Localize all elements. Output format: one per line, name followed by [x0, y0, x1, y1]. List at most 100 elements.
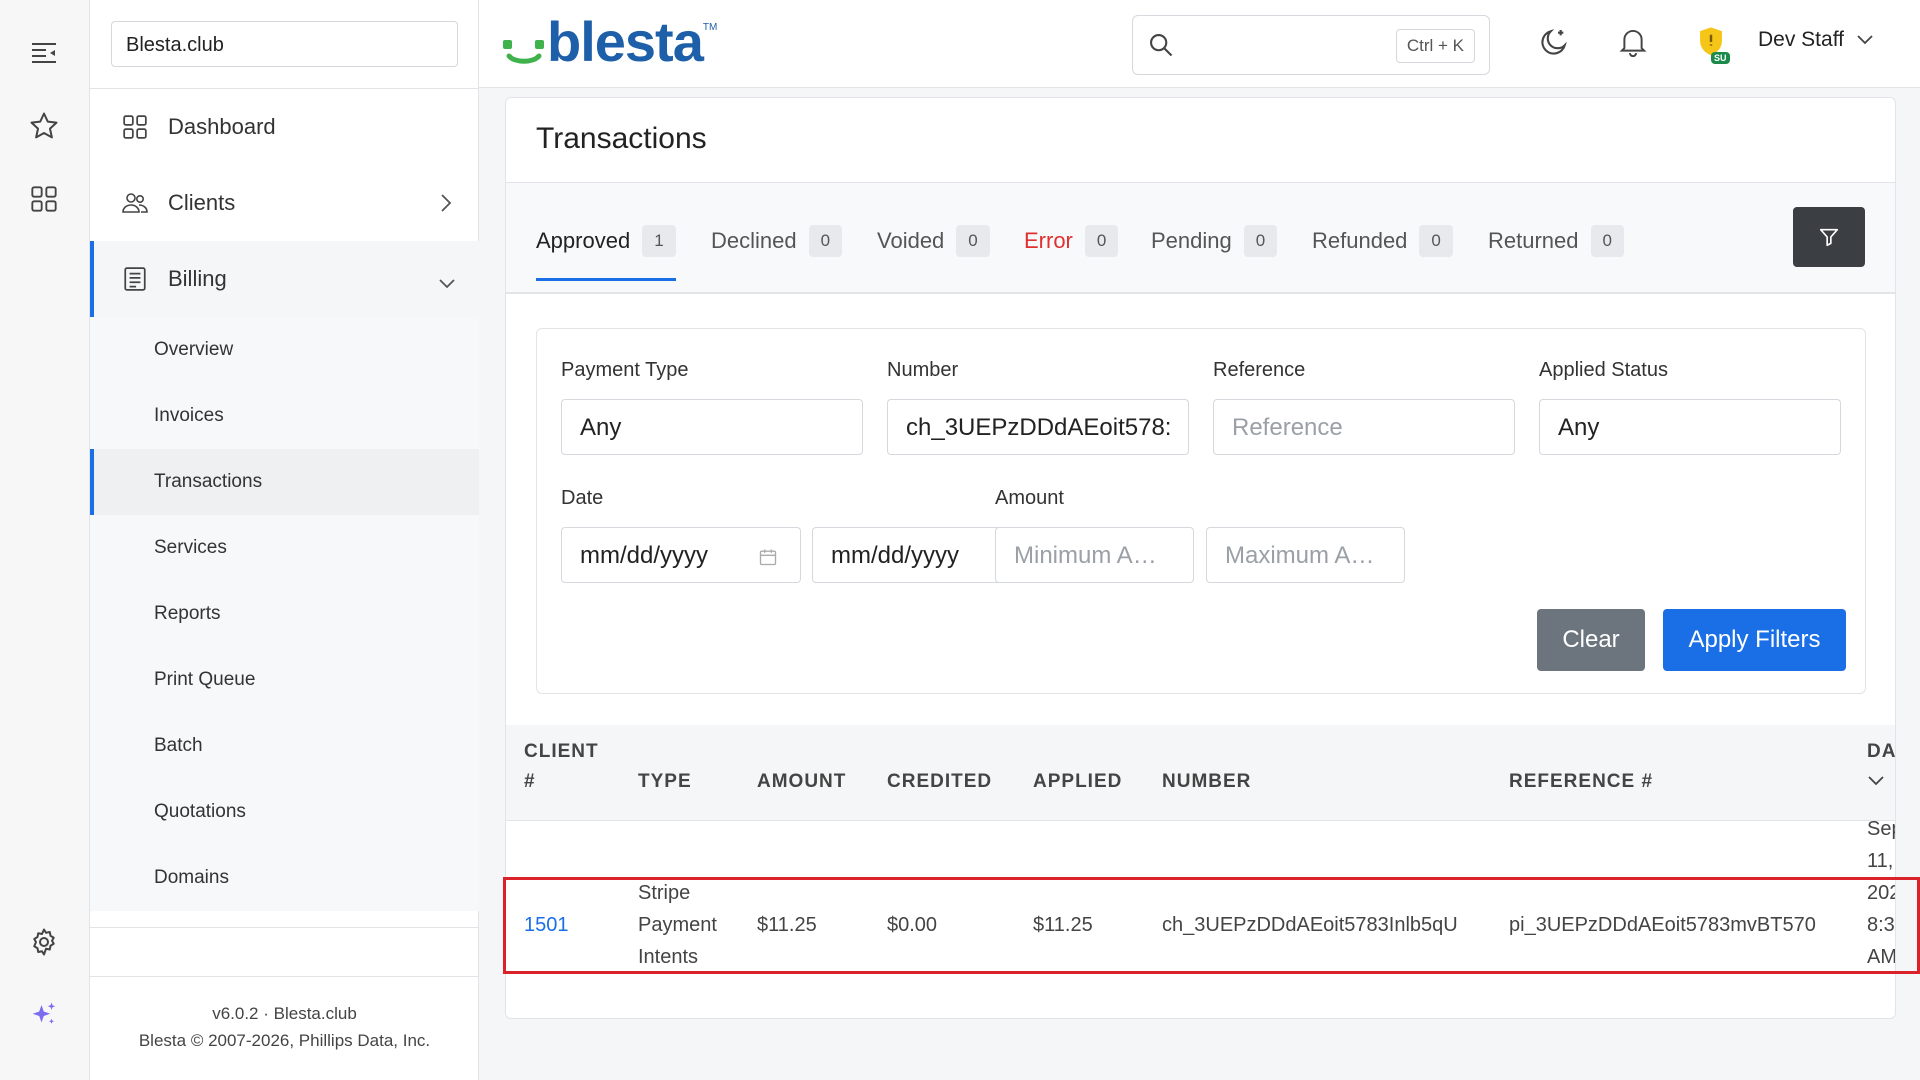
super-user-badge: SU [1711, 52, 1730, 64]
table-row[interactable]: 1501 Stripe Payment Intents $11.25 $0.00… [506, 818, 1895, 972]
billing-transactions[interactable]: Transactions [90, 449, 479, 515]
dark-mode-moon-icon[interactable] [1534, 22, 1574, 62]
number-label: Number [887, 359, 959, 381]
sort-chevron-down-icon [1868, 776, 1884, 786]
billing-document-icon [120, 264, 150, 294]
top-header: blesta TM Ctrl + K SU Dev Staff [479, 0, 1920, 88]
tab-refunded[interactable]: Refunded 0 [1312, 221, 1453, 261]
billing-invoices[interactable]: Invoices [90, 383, 479, 449]
tab-count-badge: 0 [956, 225, 990, 257]
nav-billing[interactable]: Billing [90, 241, 479, 317]
tab-approved[interactable]: Approved 1 [536, 221, 676, 281]
billing-print-queue[interactable]: Print Queue [90, 647, 479, 713]
tab-count-badge: 0 [1419, 225, 1453, 257]
user-menu[interactable]: Dev Staff [1758, 28, 1874, 52]
billing-quotations[interactable]: Quotations [90, 779, 479, 845]
tab-label: Voided [877, 228, 945, 253]
apply-filters-button[interactable]: Apply Filters [1663, 609, 1846, 671]
calendar-icon[interactable] [758, 546, 778, 574]
collapse-menu-icon[interactable] [27, 36, 61, 70]
favorites-star-icon[interactable] [27, 109, 61, 143]
tab-count-badge: 0 [808, 225, 843, 257]
billing-overview[interactable]: Overview [90, 317, 479, 383]
chevron-down-icon [437, 271, 457, 297]
billing-services[interactable]: Services [90, 515, 479, 581]
tab-pending[interactable]: Pending 0 [1151, 221, 1278, 261]
payment-type-label: Payment Type [561, 359, 689, 381]
chevron-down-icon [1856, 28, 1874, 52]
tab-label: Error [1024, 228, 1073, 253]
billing-batch[interactable]: Batch [90, 713, 479, 779]
col-amount[interactable]: AMOUNT [757, 767, 846, 797]
settings-gear-icon[interactable] [27, 925, 61, 959]
tab-returned[interactable]: Returned 0 [1488, 221, 1624, 261]
amount-max-input[interactable]: Maximum A… [1206, 527, 1405, 583]
nav-billing-label: Billing [168, 266, 227, 291]
nav-dashboard[interactable]: Dashboard [90, 89, 479, 165]
global-search[interactable]: Ctrl + K [1132, 15, 1490, 75]
copyright-text: Blesta © 2007-2026, Phillips Data, Inc. [138, 1031, 431, 1050]
logo-trademark: TM [702, 22, 718, 33]
date-line: 8:3 [1867, 914, 1895, 936]
billing-domains[interactable]: Domains [90, 845, 479, 911]
filter-funnel-icon [1819, 228, 1839, 247]
date-cell: Sep 11, 202 8:3 AM [1867, 813, 1896, 973]
col-number[interactable]: NUMBER [1162, 767, 1251, 797]
tab-voided[interactable]: Voided 0 [877, 221, 990, 261]
icon-rail [0, 0, 90, 1080]
logo-smile-icon [503, 40, 544, 64]
col-client-line1: CLIENT [524, 741, 599, 762]
tab-error[interactable]: Error 0 [1024, 221, 1119, 261]
site-selector[interactable]: Blesta.club [111, 21, 458, 67]
apps-grid-icon[interactable] [27, 182, 61, 216]
amount-label: Amount [995, 487, 1064, 509]
number-input[interactable]: ch_3UEPzDDdAEoit578: [887, 399, 1189, 455]
tab-declined[interactable]: Declined 0 [711, 221, 843, 261]
table-header: CLIENT # TYPE AMOUNT CREDITED APPLIED NU… [506, 725, 1895, 821]
notifications-bell-icon[interactable] [1613, 22, 1653, 62]
blesta-logo[interactable]: blesta TM [501, 10, 718, 73]
tab-count-badge: 1 [642, 225, 676, 257]
reference-label: Reference [1213, 359, 1306, 381]
col-client[interactable]: CLIENT # [524, 737, 599, 797]
date-line: AM [1867, 946, 1896, 968]
dashboard-grid-icon [120, 112, 150, 142]
page-title: Transactions [536, 122, 707, 155]
col-credited[interactable]: CREDITED [887, 767, 992, 797]
col-type[interactable]: TYPE [638, 767, 692, 797]
billing-reports[interactable]: Reports [90, 581, 479, 647]
type-line: Intents [638, 946, 699, 968]
tab-label: Returned [1488, 228, 1579, 253]
date-line: Sep [1867, 818, 1895, 840]
transactions-card: Transactions Approved 1 Declined 0 Voide… [505, 97, 1896, 1019]
staff-shield-icon[interactable]: SU [1691, 22, 1731, 64]
applied-status-label: Applied Status [1539, 359, 1668, 381]
date-from-placeholder: mm/dd/yyyy [580, 542, 709, 569]
nav-clients-label: Clients [168, 190, 236, 215]
tab-label: Declined [711, 228, 797, 253]
search-input[interactable] [1183, 28, 1383, 62]
search-icon [1147, 31, 1175, 64]
col-date[interactable]: DA [1867, 737, 1895, 797]
nav-dashboard-label: Dashboard [168, 114, 276, 139]
col-applied[interactable]: APPLIED [1033, 767, 1122, 797]
ai-sparkle-icon[interactable] [27, 998, 61, 1032]
applied-status-select[interactable]: Any [1539, 399, 1841, 455]
date-from-input[interactable]: mm/dd/yyyy [561, 527, 801, 583]
tab-label: Pending [1151, 228, 1232, 253]
date-label: Date [561, 487, 604, 509]
amount-min-input[interactable]: Minimum A… [995, 527, 1194, 583]
type-line: Payment [638, 914, 717, 936]
reference-input[interactable]: Reference [1213, 399, 1515, 455]
filter-toggle-button[interactable] [1793, 207, 1865, 267]
amount-cell: $11.25 [757, 914, 817, 936]
logo-wordmark: blesta [547, 10, 704, 73]
number-cell: ch_3UEPzDDdAEoit5783Inlb5qU [1162, 914, 1458, 936]
reference-cell: pi_3UEPzDDdAEoit5783mvBT570 [1509, 914, 1816, 936]
col-reference[interactable]: REFERENCE # [1509, 767, 1653, 797]
client-link[interactable]: 1501 [524, 909, 569, 941]
nav-clients[interactable]: Clients [90, 165, 479, 241]
clear-filters-button[interactable]: Clear [1537, 609, 1645, 671]
status-tabs: Approved 1 Declined 0 Voided 0 Error 0 P… [506, 183, 1895, 294]
payment-type-select[interactable]: Any [561, 399, 863, 455]
